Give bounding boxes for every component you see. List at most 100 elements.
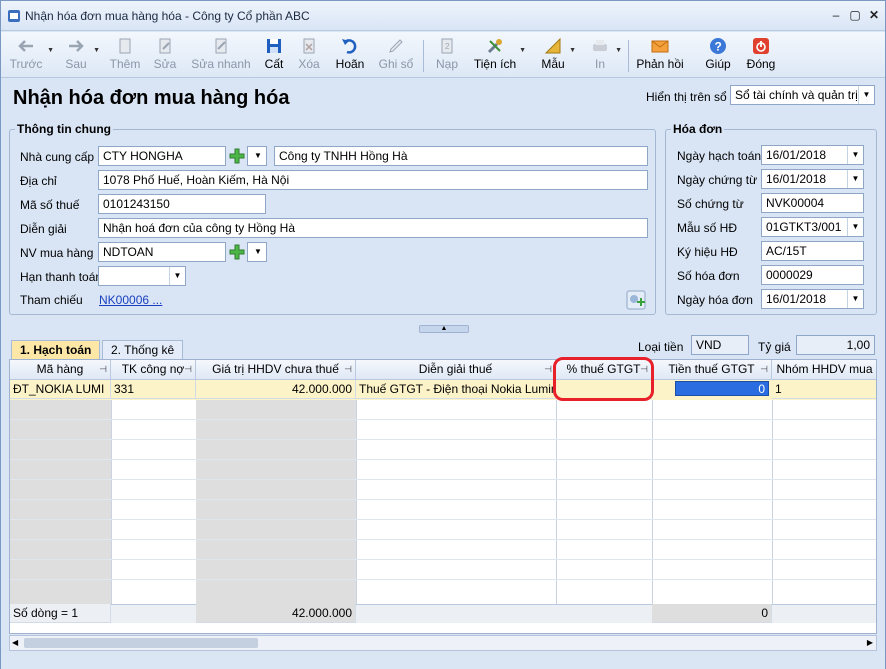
chevron-down-icon: ▼ <box>847 218 863 236</box>
pin-icon[interactable]: ⊣ <box>544 360 552 379</box>
next-button[interactable]: Sau ▼ <box>61 35 100 75</box>
undo-button[interactable]: Hoãn <box>333 35 367 75</box>
pin-icon[interactable]: ⊣ <box>760 360 768 379</box>
buyer-dropdown[interactable]: ▼ <box>247 242 267 262</box>
quick-edit-button[interactable]: Sửa nhanh <box>190 35 252 75</box>
tax-code-label: Mã số thuế <box>20 198 80 212</box>
feedback-button[interactable]: Phản hồi <box>635 35 685 75</box>
invoice-no-input[interactable]: 0000029 <box>761 265 864 285</box>
item-col-bg <box>10 380 111 604</box>
edit-button[interactable]: Sửa <box>151 35 179 75</box>
grid-hline <box>10 499 876 500</box>
tools-icon <box>487 39 502 54</box>
symbol-label: Ký hiệu HĐ <box>677 245 738 259</box>
description-label: Diễn giải <box>20 222 67 236</box>
toolbar-separator-2 <box>628 40 629 72</box>
grid-hline <box>10 419 876 420</box>
grid-vline <box>111 380 112 604</box>
scroll-right-icon[interactable]: ▶ <box>867 636 873 650</box>
value-col-bg <box>196 380 356 604</box>
reference-link[interactable]: NK00006 ... <box>99 293 162 307</box>
col-group[interactable]: Nhóm HHDV mua <box>772 360 876 380</box>
rate-field[interactable]: 1,00 <box>796 335 875 355</box>
add-supplier-icon[interactable] <box>228 147 246 165</box>
add-buyer-icon[interactable] <box>228 243 246 261</box>
chevron-down-icon: ▼ <box>847 290 863 308</box>
chevron-down-icon: ▼ <box>847 146 863 164</box>
due-input[interactable]: ▼ <box>98 266 186 286</box>
cell-account[interactable]: 331 <box>111 380 196 399</box>
form-no-input[interactable]: 01GTKT3/001 ▼ <box>761 217 864 237</box>
scroll-left-icon[interactable]: ◀ <box>12 636 18 650</box>
tab-statistics[interactable]: 2. Thống kê <box>102 340 184 360</box>
chevron-down-icon: ▼ <box>250 147 266 165</box>
tab-accounting[interactable]: 1. Hạch toán <box>11 340 101 360</box>
cell-tax-amount[interactable]: 0 <box>675 381 769 396</box>
voucher-no-input[interactable]: NVK00004 <box>761 193 864 213</box>
col-value[interactable]: Giá trị HHDV chưa thuế ⊣ <box>196 360 356 380</box>
col-item-code[interactable]: Mã hàng ⊣ <box>10 360 111 380</box>
col-account[interactable]: TK công nợ ⊣ <box>111 360 196 380</box>
highlight-circle <box>553 357 654 401</box>
pin-icon[interactable]: ⊣ <box>344 360 352 379</box>
floppy-icon <box>267 39 281 53</box>
currency-label: Loại tiền <box>638 340 684 354</box>
general-info-title: Thông tin chung <box>15 122 113 136</box>
col-tax-amount[interactable]: Tiền thuế GTGT ⊣ <box>652 360 772 380</box>
symbol-input[interactable]: AC/15T <box>761 241 864 261</box>
address-input[interactable]: 1078 Phố Huế, Hoàn Kiếm, Hà Nội <box>98 170 648 190</box>
prev-button[interactable]: Trước ▼ <box>7 35 54 75</box>
supplier-code-input[interactable]: CTY HONGHA <box>98 146 226 166</box>
add-button[interactable]: Thêm <box>107 35 143 75</box>
post-date-input[interactable]: 16/01/2018 ▼ <box>761 145 864 165</box>
window-title: Nhận hóa đơn mua hàng hóa - Công ty Cổ p… <box>25 9 310 23</box>
load-icon: 2 <box>441 38 453 54</box>
close-button[interactable]: Đóng <box>745 35 777 75</box>
grid-vline <box>772 380 773 604</box>
svg-text:2: 2 <box>445 42 450 51</box>
description-input[interactable]: Nhận hoá đơn của công ty Hồng Hà <box>98 218 648 238</box>
maximize-icon[interactable]: ▢ <box>848 8 862 22</box>
cell-item[interactable]: ĐT_NOKIA LUMI <box>10 380 111 399</box>
supplier-dropdown[interactable]: ▼ <box>247 146 267 166</box>
template-button[interactable]: Mẫu ▼ <box>539 35 576 75</box>
scroll-thumb[interactable] <box>24 638 258 648</box>
buyer-input[interactable]: NDTOAN <box>98 242 226 262</box>
collapse-handle[interactable]: ▲ <box>419 325 469 333</box>
col-tax-desc[interactable]: Diễn giải thuế ⊣ <box>356 360 556 380</box>
cell-group[interactable]: 1 <box>772 380 876 399</box>
close-window-icon[interactable]: ✕ <box>867 8 881 22</box>
post-date-label: Ngày hạch toán <box>677 149 762 163</box>
delete-button[interactable]: Xóa <box>295 35 323 75</box>
post-button[interactable]: Ghi sổ <box>377 35 415 75</box>
currency-field[interactable]: VND <box>691 335 749 355</box>
invoice-date-input[interactable]: 16/01/2018 ▼ <box>761 289 864 309</box>
buyer-label: NV mua hàng <box>20 246 94 260</box>
voucher-date-input[interactable]: 16/01/2018 ▼ <box>761 169 864 189</box>
voucher-date-label: Ngày chứng từ <box>677 173 758 187</box>
pin-icon[interactable]: ⊣ <box>99 360 107 379</box>
grid-hline <box>10 519 876 520</box>
status-bar <box>1 651 885 669</box>
form-no-label: Mẫu số HĐ <box>677 221 738 235</box>
utility-button[interactable]: Tiện ích ▼ <box>473 35 526 75</box>
minimize-icon[interactable]: – <box>829 8 843 22</box>
help-icon: ? <box>710 38 726 54</box>
undo-icon <box>342 39 357 54</box>
form-content: Nhận hóa đơn mua hàng hóa Hiển thị trên … <box>1 79 885 669</box>
supplier-name-input[interactable]: Công ty TNHH Hồng Hà <box>274 146 648 166</box>
pin-icon[interactable]: ⊣ <box>184 360 192 379</box>
tax-code-input[interactable]: 0101243150 <box>98 194 266 214</box>
print-button[interactable]: In ▼ <box>587 35 622 75</box>
save-button[interactable]: Cất <box>261 35 287 75</box>
load-button[interactable]: 2 Nạp <box>433 35 461 75</box>
horizontal-scrollbar[interactable]: ◀ ▶ <box>9 635 877 651</box>
cell-tax-desc[interactable]: Thuế GTGT - Điện thoại Nokia Lumin <box>356 380 556 399</box>
cell-value[interactable]: 42.000.000 <box>196 380 356 399</box>
grid-hline <box>10 539 876 540</box>
help-button[interactable]: ? Giúp <box>703 35 733 75</box>
grid-vline <box>652 380 653 604</box>
main-window: Nhận hóa đơn mua hàng hóa - Công ty Cổ p… <box>0 0 886 669</box>
attach-add-icon[interactable] <box>626 290 646 310</box>
display-select[interactable]: Sổ tài chính và quản trị ▼ <box>730 85 875 105</box>
